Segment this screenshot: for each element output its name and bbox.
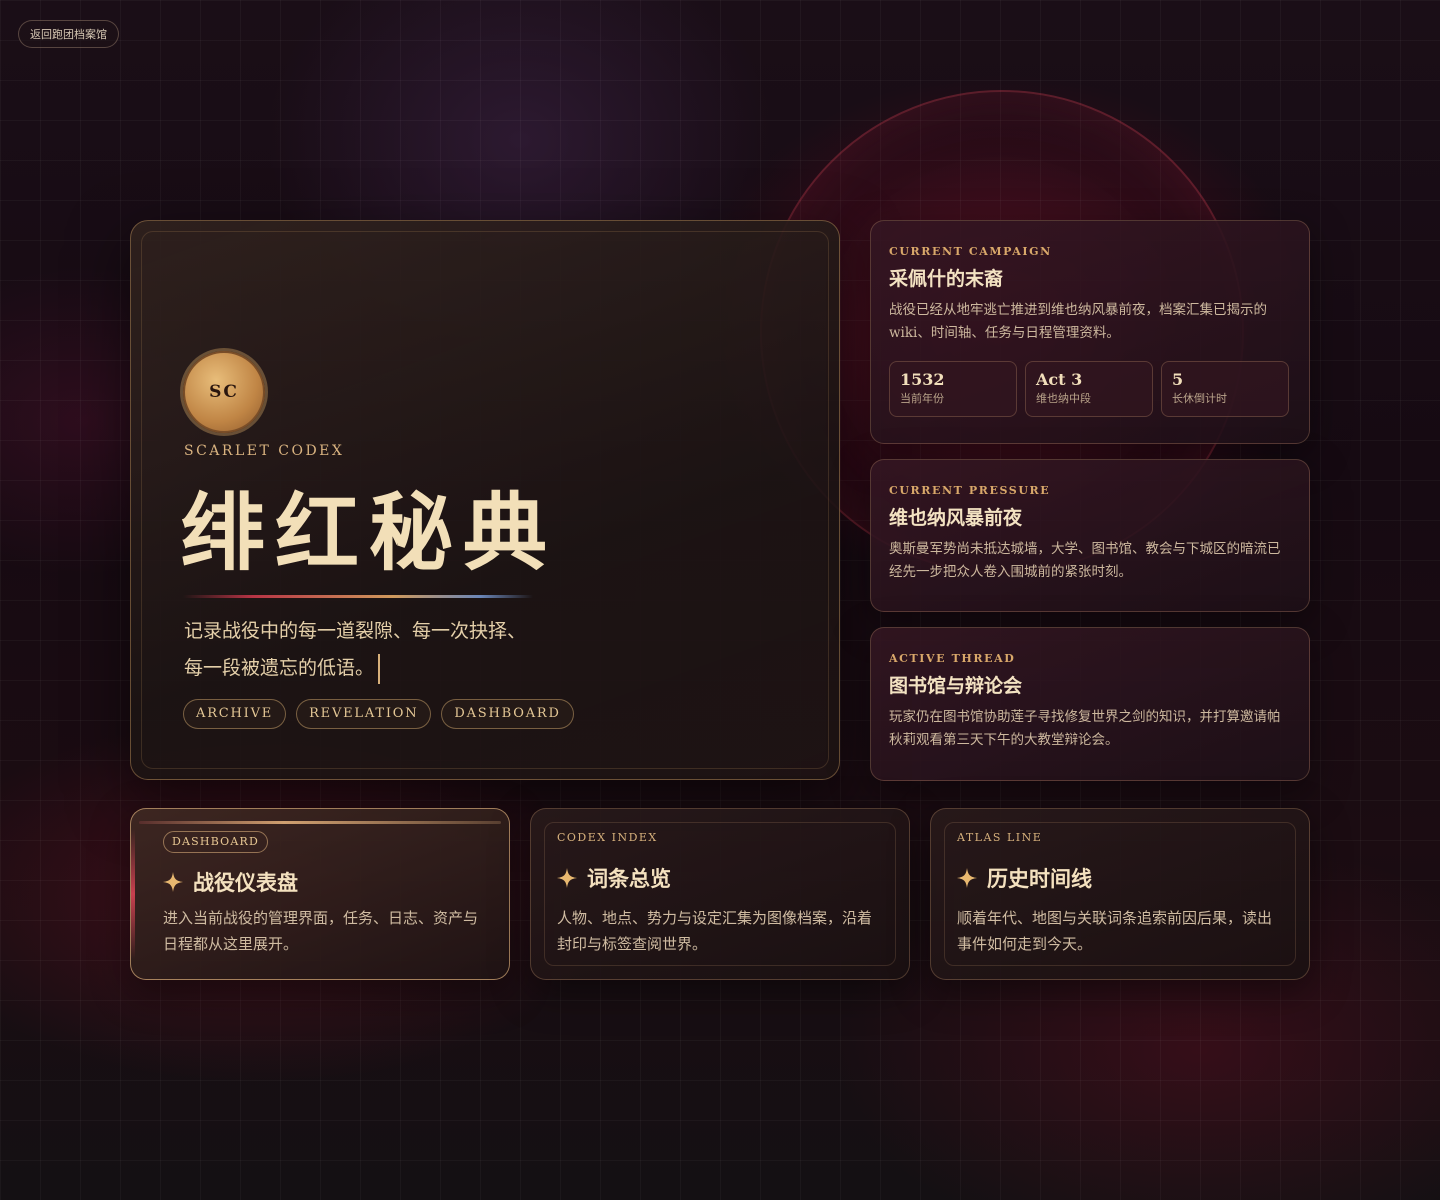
tag-archive[interactable]: ARCHIVE [183, 699, 287, 729]
codex-description: 人物、地点、势力与设定汇集为图像档案，沿着封印与标签查阅世界。 [557, 909, 873, 953]
dashboard-title-row: 战役仪表盘 [163, 867, 298, 897]
nav-card-codex-index[interactable]: CODEX INDEX 词条总览 人物、地点、势力与设定汇集为图像档案，沿着封印… [530, 808, 910, 980]
current-campaign-card: CURRENT CAMPAIGN 采佩什的末裔 战役已经从地牢逃亡推进到维也纳风… [870, 220, 1310, 444]
codex-eyebrow: CODEX INDEX [557, 831, 658, 844]
campaign-title: 采佩什的末裔 [889, 268, 1004, 290]
nav-card-dashboard[interactable]: DASHBOARD 战役仪表盘 进入当前战役的管理界面，任务、日志、资产与日程都… [130, 808, 510, 980]
stat-label: 长休倒计时 [1172, 392, 1227, 405]
hero-panel: SC SCARLET CODEX 绯红秘典 记录战役中的每一道裂隙、每一次抉择、… [130, 220, 840, 780]
active-card-highlight [139, 821, 501, 824]
current-pressure-card: CURRENT PRESSURE 维也纳风暴前夜 奥斯曼军势尚未抵达城墙，大学、… [870, 459, 1310, 612]
pressure-eyebrow: CURRENT PRESSURE [889, 484, 1051, 497]
campaign-stats: 1532 当前年份 Act 3 维也纳中段 5 长休倒计时 [889, 361, 1291, 417]
nav-card-atlas-line[interactable]: ATLAS LINE 历史时间线 顺着年代、地图与关联词条追索前因后果，读出事件… [930, 808, 1310, 980]
atlas-eyebrow: ATLAS LINE [957, 831, 1043, 844]
hero-eyebrow: SCARLET CODEX [184, 443, 345, 459]
sparkle-icon [557, 868, 577, 888]
codex-title-row: 词条总览 [557, 863, 671, 893]
pressure-title: 维也纳风暴前夜 [889, 507, 1023, 529]
active-card-side-accent [131, 829, 135, 959]
typing-cursor [378, 654, 381, 684]
hero-description-line-1: 记录战役中的每一道裂隙、每一次抉择、 [184, 620, 527, 642]
tag-revelation[interactable]: REVELATION [296, 699, 432, 729]
campaign-eyebrow: CURRENT CAMPAIGN [889, 245, 1052, 258]
dashboard-title: 战役仪表盘 [193, 870, 298, 895]
tag-dashboard[interactable]: DASHBOARD [441, 699, 574, 729]
active-thread-card: ACTIVE THREAD 图书馆与辩论会 玩家仍在图书馆协助莲子寻找修复世界之… [870, 627, 1310, 781]
stat-value: 5 [1172, 370, 1184, 389]
thread-title: 图书馆与辩论会 [889, 675, 1023, 697]
hero-title: 绯红秘典 [181, 483, 558, 582]
dashboard-pill: DASHBOARD [163, 831, 269, 853]
atlas-title-row: 历史时间线 [957, 863, 1092, 893]
atlas-description: 顺着年代、地图与关联词条追索前因后果，读出事件如何走到今天。 [957, 909, 1273, 953]
codex-crest-logo: SC [183, 351, 265, 433]
campaign-summary: 战役已经从地牢逃亡推进到维也纳风暴前夜，档案汇集已揭示的 wiki、时间轴、任务… [889, 302, 1267, 341]
hero-divider [183, 595, 533, 598]
back-to-archive-link[interactable]: 返回跑团档案馆 [18, 20, 119, 48]
hero-description-line-2: 每一段被遗忘的低语。 [184, 657, 375, 679]
stat-act: Act 3 维也纳中段 [1025, 361, 1153, 417]
hero-tag-list: ARCHIVE REVELATION DASHBOARD [183, 699, 574, 729]
hero-description: 记录战役中的每一道裂隙、每一次抉择、 每一段被遗忘的低语。 [184, 613, 584, 687]
thread-eyebrow: ACTIVE THREAD [889, 652, 1016, 665]
stat-label: 维也纳中段 [1036, 392, 1091, 405]
sparkle-icon [957, 868, 977, 888]
stat-current-year: 1532 当前年份 [889, 361, 1017, 417]
thread-summary: 玩家仍在图书馆协助莲子寻找修复世界之剑的知识，并打算邀请帕秋莉观看第三天下午的大… [889, 709, 1281, 748]
codex-title: 词条总览 [587, 866, 671, 891]
pressure-summary: 奥斯曼军势尚未抵达城墙，大学、图书馆、教会与下城区的暗流已经先一步把众人卷入围城… [889, 541, 1281, 580]
stat-value: 1532 [900, 370, 945, 389]
stat-value: Act 3 [1036, 370, 1083, 389]
stat-long-rest-countdown: 5 长休倒计时 [1161, 361, 1289, 417]
atlas-title: 历史时间线 [987, 866, 1092, 891]
sparkle-icon [163, 872, 183, 892]
stat-label: 当前年份 [900, 392, 944, 405]
dashboard-description: 进入当前战役的管理界面，任务、日志、资产与日程都从这里展开。 [163, 909, 479, 953]
